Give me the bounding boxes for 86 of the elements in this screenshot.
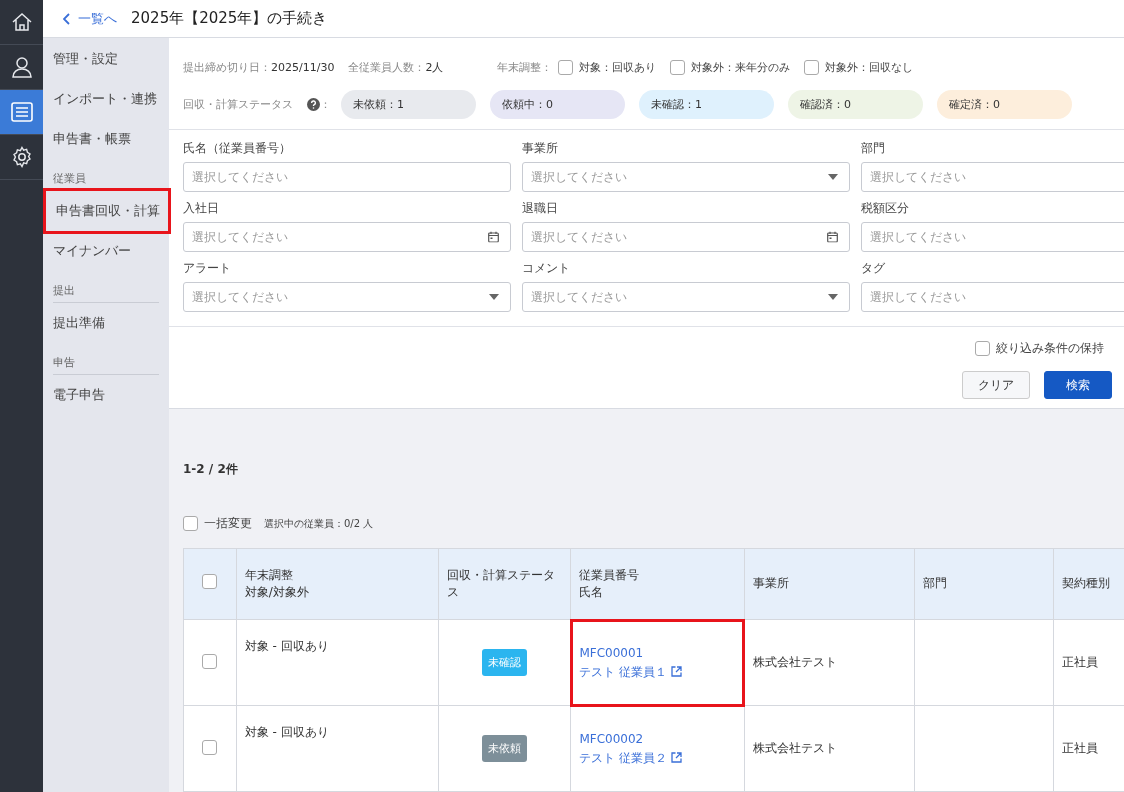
field-label: 氏名（従業員番号）: [183, 140, 292, 157]
help-icon: [307, 97, 320, 111]
external-link-icon: [671, 666, 683, 678]
calendar-icon: [488, 231, 499, 243]
employee-name-link[interactable]: テスト 従業員１: [579, 662, 736, 682]
input-field[interactable]: 選択してください: [861, 282, 1124, 312]
checkbox[interactable]: [202, 739, 218, 755]
chevron-left-icon: [63, 12, 71, 25]
field-label: 部門: [861, 140, 886, 157]
search-button[interactable]: 検索: [1044, 371, 1112, 399]
status-count-pill[interactable]: 未依頼：1: [341, 89, 476, 119]
status-label: 回収・計算ステータス: [183, 96, 293, 112]
table-cell: 対象 - 回収あり: [236, 705, 439, 792]
result-count: 1-2 / 2件: [183, 461, 239, 478]
column-header: 部門: [914, 548, 1054, 620]
employee-number-link[interactable]: MFC00002: [579, 729, 736, 749]
select-field[interactable]: 選択してください: [522, 162, 850, 192]
status-count-pill[interactable]: 依頼中：0: [490, 89, 625, 119]
status-count-pill[interactable]: 確認済：0: [788, 89, 923, 119]
date-field[interactable]: 選択してください: [522, 222, 850, 252]
checkbox[interactable]: [202, 573, 218, 589]
sidebar-section-label: 提出: [53, 271, 159, 303]
employee-name-link[interactable]: テスト 従業員２: [579, 748, 736, 768]
checkbox-label: 対象外：回収なし: [825, 59, 914, 75]
column-header: 年末調整 対象/対象外: [236, 548, 439, 620]
sidebar-item[interactable]: 申告書回収・計算: [46, 191, 168, 231]
sidebar-section-label: 従業員: [53, 159, 159, 191]
status-badge: 未依頼: [482, 735, 528, 762]
field-label: 税額区分: [861, 200, 910, 217]
year-end-label: 年末調整：: [497, 59, 553, 75]
caret-icon: [828, 294, 838, 300]
clear-button[interactable]: クリア: [962, 371, 1030, 399]
document-icon: [10, 102, 33, 122]
selected-count-text: 選択中の従業員：0/2 人: [264, 516, 374, 531]
page-title: 2025年【2025年】の手続き: [131, 9, 328, 28]
field-label: タグ: [861, 260, 886, 277]
status-badge: 未確認: [482, 649, 528, 676]
checkbox[interactable]: [183, 516, 198, 531]
sidebar-section-label: 申告: [53, 343, 159, 375]
checkbox-label: 対象外：来年分のみ: [691, 59, 791, 75]
employee-count-text: 全従業員人数：2人: [348, 59, 444, 75]
input-field[interactable]: 選択してください: [861, 222, 1124, 252]
sidebar-item[interactable]: マイナンバー: [53, 231, 159, 271]
table-cell: 対象 - 回収あり: [236, 619, 439, 706]
select-field[interactable]: 選択してください: [183, 282, 511, 312]
checkbox-label: 対象：回収あり: [579, 59, 657, 75]
status-count-pill[interactable]: 確定済：0: [937, 89, 1072, 119]
column-header: 契約種別: [1053, 548, 1124, 620]
checkbox[interactable]: [202, 653, 218, 669]
field-label: 事業所: [522, 140, 559, 157]
external-link-icon: [671, 752, 683, 764]
field-label: 退職日: [522, 200, 559, 217]
checkbox[interactable]: [804, 59, 820, 75]
status-count-pill[interactable]: 未確認：1: [639, 89, 774, 119]
sidebar-item[interactable]: 管理・設定: [53, 39, 159, 79]
sidebar-item[interactable]: 提出準備: [53, 303, 159, 343]
sidebar-item[interactable]: インポート・連携: [53, 79, 159, 119]
home-icon: [10, 11, 33, 33]
field-label: 入社日: [183, 200, 220, 217]
field-label: コメント: [522, 260, 571, 277]
column-header: 従業員番号 氏名: [570, 548, 745, 620]
status-colon: ：: [320, 96, 331, 112]
column-header: 回収・計算ステータス: [438, 548, 571, 620]
deadline-text: 提出締め切り日：2025/11/30: [183, 59, 335, 75]
caret-icon: [828, 174, 838, 180]
select-field[interactable]: 選択してください: [522, 282, 850, 312]
employee-number-link[interactable]: MFC00001: [579, 643, 736, 663]
checkbox-label: 絞り込み条件の保持: [996, 340, 1104, 357]
sidebar-item[interactable]: 申告書・帳票: [53, 119, 159, 159]
sidebar-item[interactable]: 電子申告: [53, 375, 159, 415]
back-link[interactable]: 一覧へ: [63, 9, 117, 28]
caret-icon: [489, 294, 499, 300]
field-label: アラート: [183, 260, 232, 277]
checkbox[interactable]: [670, 59, 686, 75]
input-field[interactable]: 選択してください: [183, 162, 511, 192]
column-header: 事業所: [744, 548, 914, 620]
checkbox[interactable]: [975, 341, 990, 356]
calendar-icon: [827, 231, 838, 243]
table-cell: 株式会社テスト: [744, 619, 914, 706]
settings-icon: [10, 146, 33, 168]
checkbox-label: 一括変更: [204, 515, 252, 532]
table-cell: 株式会社テスト: [744, 705, 914, 792]
checkbox[interactable]: [558, 59, 574, 75]
person-icon: [10, 56, 33, 78]
date-field[interactable]: 選択してください: [183, 222, 511, 252]
input-field[interactable]: 選択してください: [861, 162, 1124, 192]
